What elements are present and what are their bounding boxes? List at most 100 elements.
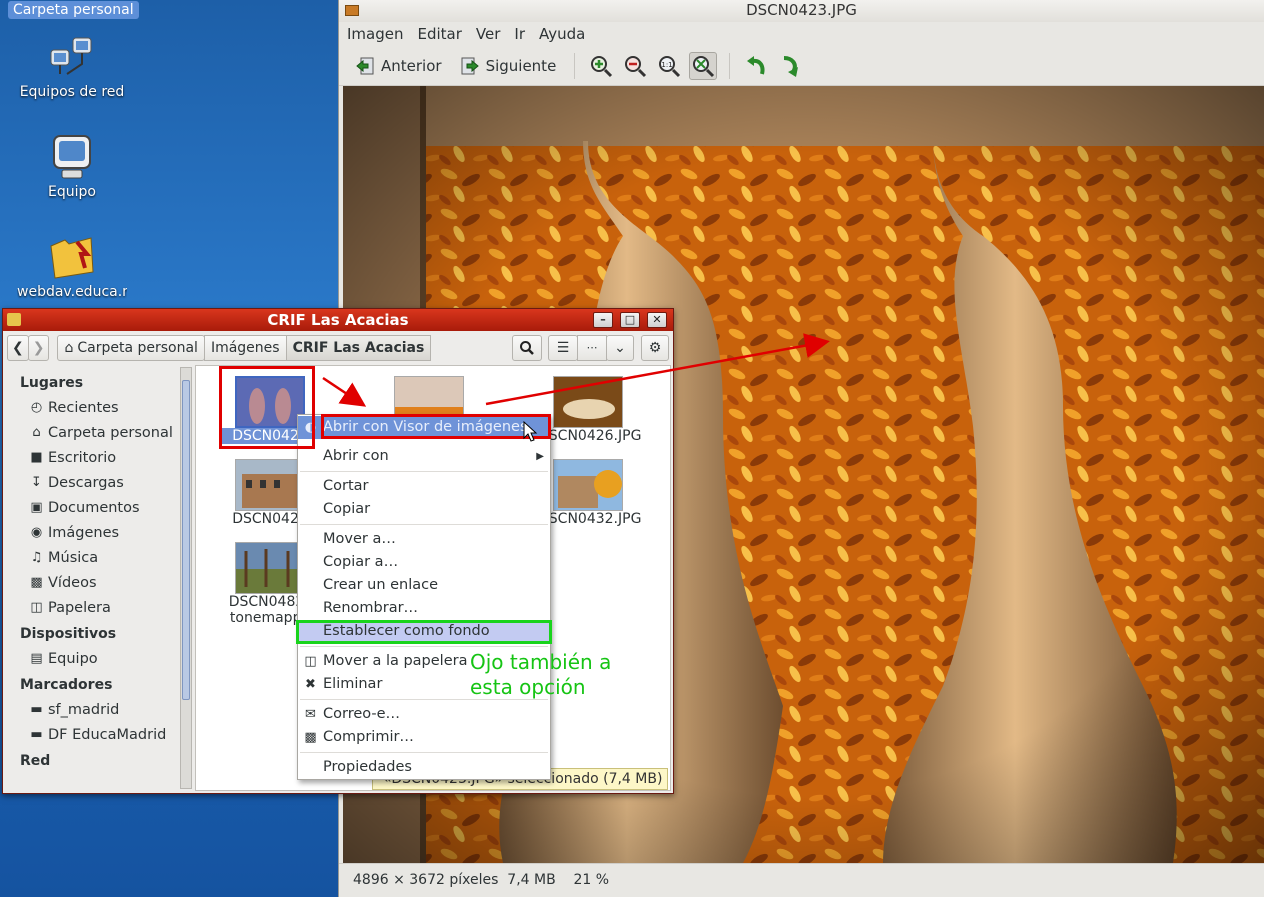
sidebar-item-sf-madrid[interactable]: ▬ sf_madrid: [3, 697, 195, 722]
menu-item-copy[interactable]: Copiar: [298, 498, 550, 521]
rotate-right-icon: [784, 55, 799, 77]
menu-item-label: Mover a la papelera: [323, 653, 468, 669]
menu-item-move-to[interactable]: Mover a…: [298, 528, 550, 551]
context-menu: ◐ Abrir con Visor de imágenes Abrir con …: [297, 414, 551, 780]
sidebar-header-devices: Dispositivos: [20, 626, 117, 642]
desktop-icon-computer[interactable]: Equipo: [17, 134, 127, 200]
list-view-button[interactable]: ☰: [548, 335, 578, 361]
sidebar-item-descargas[interactable]: ↧ Descargas: [3, 470, 195, 495]
menu-item-label: Propiedades: [323, 759, 412, 775]
maximize-button[interactable]: □: [620, 312, 640, 328]
file-name: DSCN0426.JPG: [538, 428, 642, 444]
sidebar-item-df-educamadrid[interactable]: ▬ DF EducaMadrid: [3, 722, 195, 747]
sidebar-item-label: Papelera: [48, 599, 111, 616]
menu-item-rename[interactable]: Renombrar…: [298, 597, 550, 620]
rotate-left-button[interactable]: [742, 52, 770, 80]
sidebar-item-label: Imágenes: [48, 524, 120, 541]
rotate-right-button[interactable]: [776, 52, 804, 80]
menu-ver[interactable]: Ver: [476, 25, 501, 43]
thumbnail-image: [554, 377, 622, 427]
sidebar-item-label: Escritorio: [48, 449, 117, 466]
menu-item-properties[interactable]: Propiedades: [298, 756, 550, 779]
menu-item-copy-to[interactable]: Copiar a…: [298, 551, 550, 574]
back-button[interactable]: ❮: [7, 335, 29, 361]
zoom-in-icon: [591, 55, 613, 77]
grid-view-button[interactable]: ⋯: [577, 335, 607, 361]
menu-item-label: Crear un enlace: [323, 577, 439, 593]
forward-button[interactable]: ❯: [27, 335, 50, 361]
viewer-titlebar[interactable]: DSCN0423.JPG: [339, 0, 1264, 22]
menu-item-cut[interactable]: Cortar: [298, 475, 550, 498]
toolbar-separator: [574, 52, 576, 79]
fm-titlebar[interactable]: CRIF Las Acacias – □ ✕: [3, 309, 673, 331]
annotation-note-line1: Ojo también a: [470, 650, 612, 674]
email-icon: ✉: [305, 707, 316, 722]
sidebar-item-papelera[interactable]: ◫ Papelera: [3, 595, 195, 620]
menu-separator: [300, 646, 548, 647]
menu-item-label: Correo-e…: [323, 706, 401, 722]
minimize-button[interactable]: –: [593, 312, 613, 328]
zoom-normal-button[interactable]: 1:1: [655, 52, 683, 80]
sidebar-item-label: Vídeos: [48, 574, 97, 591]
menu-imagen[interactable]: Imagen: [347, 25, 403, 43]
next-icon: [461, 57, 479, 74]
search-button[interactable]: [512, 335, 542, 361]
previous-label: Anterior: [381, 56, 442, 75]
menu-item-open-with[interactable]: Abrir con ▶: [298, 445, 550, 468]
film-icon: ▩: [30, 575, 43, 590]
menu-item-compress[interactable]: ▩ Comprimir…: [298, 726, 550, 749]
image-dimensions: 4896 × 3672 píxeles: [353, 872, 499, 888]
menu-item-email[interactable]: ✉ Correo-e…: [298, 703, 550, 726]
path-segment-current[interactable]: CRIF Las Acacias: [285, 335, 432, 361]
file-item[interactable]: DSCN0426.JPG: [538, 376, 642, 444]
sidebar-item-imagenes[interactable]: ◉ Imágenes: [3, 520, 195, 545]
grid-icon: ⋯: [586, 341, 598, 354]
desktop-icon-label: Equipo: [48, 184, 96, 200]
next-button[interactable]: Siguiente: [454, 52, 563, 80]
thumbnail-image: [236, 543, 304, 593]
desktop-home-label[interactable]: Carpeta personal: [8, 1, 139, 19]
sidebar-item-label: Carpeta personal: [48, 424, 173, 441]
scrollbar-thumb[interactable]: [182, 380, 190, 700]
zoom-out-button[interactable]: [621, 52, 649, 80]
zoom-fit-button[interactable]: [689, 51, 718, 80]
menu-editar[interactable]: Editar: [417, 25, 461, 43]
zoom-fit-icon: [693, 55, 715, 77]
sidebar-header-places: Lugares: [20, 375, 84, 391]
menu-item-label: Cortar: [323, 478, 369, 494]
sidebar-item-label: Descargas: [48, 474, 124, 491]
menu-item-make-link[interactable]: Crear un enlace: [298, 574, 550, 597]
zoom-in-button[interactable]: [587, 52, 615, 80]
clock-icon: ◴: [30, 400, 43, 415]
sidebar-item-videos[interactable]: ▩ Vídeos: [3, 570, 195, 595]
home-icon: ⌂: [32, 425, 41, 440]
delete-icon: ✖: [305, 677, 316, 692]
sidebar-header-network: Red: [20, 753, 51, 769]
view-options-button[interactable]: ⌄: [606, 335, 634, 361]
sidebar-item-recientes[interactable]: ◴ Recientes: [3, 395, 195, 420]
viewer-toolbar: Anterior Siguiente 1:1: [339, 46, 1264, 86]
previous-button[interactable]: Anterior: [349, 52, 448, 80]
sidebar-scrollbar[interactable]: [180, 367, 192, 789]
desktop-icon-network[interactable]: Equipos de red: [17, 34, 127, 100]
sidebar-item-documentos[interactable]: ▣ Documentos: [3, 495, 195, 520]
sidebar-header-bookmarks: Marcadores: [20, 677, 113, 693]
close-button[interactable]: ✕: [647, 312, 667, 328]
sidebar-item-musica[interactable]: ♫ Música: [3, 545, 195, 570]
sidebar-item-label: Equipo: [48, 650, 98, 667]
settings-button[interactable]: ⚙: [641, 335, 669, 361]
path-bar: ❮ ❯ ⌂ Carpeta personal Imágenes CRIF Las…: [7, 335, 432, 361]
trash-icon: ◫: [304, 654, 317, 669]
path-segment-imagenes[interactable]: Imágenes: [203, 335, 287, 361]
desktop-icon-webdav[interactable]: webdav.educa.madrid.org: [17, 234, 127, 308]
file-thumbnail: [235, 459, 305, 511]
sidebar-item-escritorio[interactable]: ■ Escritorio: [3, 445, 195, 470]
path-segment-home[interactable]: ⌂ Carpeta personal: [57, 335, 205, 361]
menu-ir[interactable]: Ir: [514, 25, 525, 43]
file-item[interactable]: DSCN0432.JPG: [538, 459, 641, 527]
search-icon: [520, 341, 534, 355]
menu-ayuda[interactable]: Ayuda: [539, 25, 585, 43]
sidebar-item-home[interactable]: ⌂ Carpeta personal: [3, 420, 195, 445]
file-thumbnail: [553, 459, 623, 511]
sidebar-item-equipo[interactable]: ▤ Equipo: [3, 646, 195, 671]
